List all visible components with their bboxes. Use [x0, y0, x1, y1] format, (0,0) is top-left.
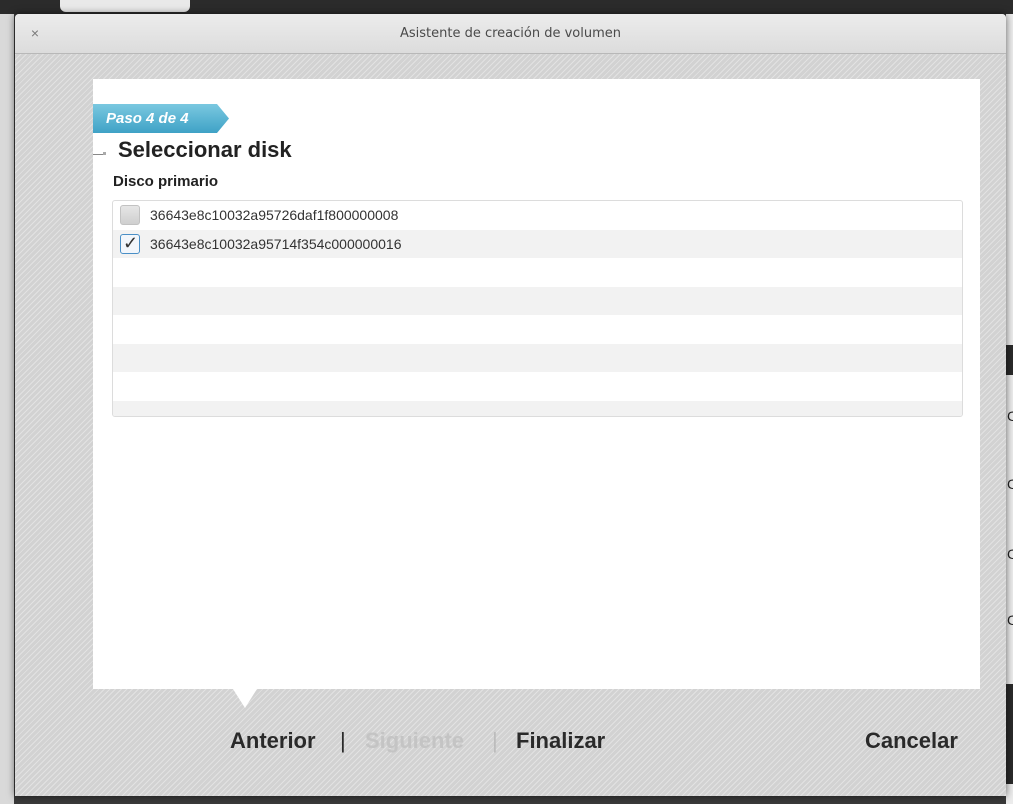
empty-row — [113, 286, 962, 315]
close-icon[interactable]: × — [25, 23, 45, 43]
disk-checkbox[interactable] — [120, 205, 140, 226]
background-right-letter: C — [1007, 408, 1013, 424]
background-right-letter: C — [1007, 546, 1013, 562]
background-tab — [60, 0, 190, 12]
next-button[interactable]: Siguiente — [365, 728, 464, 754]
background-right-letter: C — [1007, 612, 1013, 628]
background-right-band-bottom — [1006, 684, 1013, 784]
empty-row — [113, 372, 962, 401]
separator: | — [492, 728, 498, 753]
disk-id: 36643e8c10032a95714f354c000000016 — [150, 235, 402, 252]
wizard-content-panel: Paso 4 de 4 Seleccionar disk Disco prima… — [93, 79, 980, 689]
background-left-edge — [0, 14, 14, 804]
empty-row — [113, 315, 962, 344]
volume-wizard-dialog: Asistente de creación de volumen × Paso … — [15, 14, 1006, 796]
disk-list: 36643e8c10032a95726daf1f800000008 ✓ 3664… — [112, 200, 963, 417]
empty-row — [113, 400, 962, 416]
disk-row[interactable]: ✓ 36643e8c10032a95714f354c000000016 — [113, 229, 962, 258]
empty-row — [113, 343, 962, 372]
wizard-footer: Anterior | Siguiente | Finalizar Cancela… — [15, 714, 1006, 764]
disk-checkbox[interactable]: ✓ — [120, 232, 140, 254]
disk-id: 36643e8c10032a95726daf1f800000008 — [150, 207, 399, 224]
panel-pointer — [233, 689, 257, 708]
heading-bullet — [103, 152, 106, 155]
background-right-letter: C — [1007, 476, 1013, 492]
heading-connector — [93, 154, 103, 155]
background-right-band — [1006, 345, 1013, 375]
primary-disk-label: Disco primario — [113, 173, 219, 190]
cancel-button[interactable]: Cancelar — [865, 728, 958, 754]
dialog-title: Asistente de creación de volumen — [399, 26, 622, 41]
empty-row — [113, 258, 962, 287]
disk-row[interactable]: 36643e8c10032a95726daf1f800000008 — [113, 201, 962, 230]
finish-button[interactable]: Finalizar — [516, 728, 605, 754]
step-badge: Paso 4 de 4 — [93, 104, 229, 133]
dialog-titlebar: Asistente de creación de volumen × — [15, 14, 1006, 54]
separator: | — [340, 728, 346, 753]
page-title: Seleccionar disk — [118, 137, 292, 162]
checkmark-icon: ✓ — [123, 232, 139, 253]
previous-button[interactable]: Anterior — [230, 728, 316, 754]
